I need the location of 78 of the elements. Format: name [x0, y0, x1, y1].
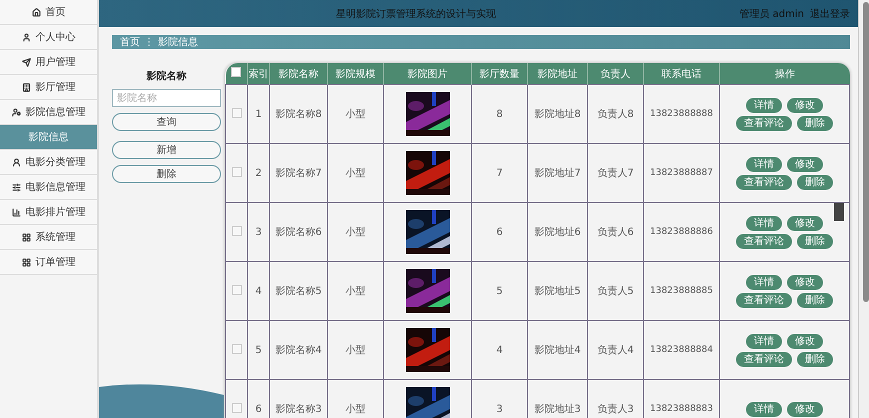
search-field[interactable]: 影院名称 [112, 89, 221, 107]
row-action-button[interactable]: 删除 [797, 352, 833, 366]
column-header: 负责人 [588, 63, 644, 84]
table-cell: 小型 [328, 144, 384, 202]
table-cell: 影院地址4 [528, 320, 588, 380]
row-action-button[interactable]: 查看评论 [736, 174, 792, 190]
column-header: 索引 [248, 63, 270, 84]
row-action-button[interactable]: 查看评论 [736, 234, 792, 248]
action-button[interactable]: 查询 [112, 113, 221, 131]
breadcrumb-separator: ⋮ [144, 36, 154, 48]
row-action-button[interactable]: 修改 [787, 98, 823, 112]
sidebar-subitem[interactable]: 影院信息 [0, 125, 97, 150]
row-action-button[interactable]: 查看评论 [736, 116, 792, 130]
table-cell: 影院地址8 [528, 84, 588, 144]
table-cell: 2 [248, 144, 270, 202]
table-cell: 负责人7 [588, 144, 644, 202]
user-label: 管理员 admin [739, 8, 804, 20]
action-button[interactable]: 删除 [112, 165, 221, 183]
row-action-button[interactable]: 修改 [787, 156, 823, 172]
row-action-button[interactable]: 详情 [746, 216, 782, 230]
row-action-button[interactable]: 删除 [797, 292, 833, 308]
table-cell: 4 [248, 262, 270, 320]
table-cell: 13823888884 [644, 320, 720, 380]
row-action-button[interactable]: 详情 [746, 98, 782, 112]
row-action-button[interactable]: 删除 [797, 234, 833, 248]
search-label: 影院名称 [146, 70, 188, 83]
table-cell: 3 [248, 202, 270, 262]
table-cell: 13823888888 [644, 84, 720, 144]
table-cell: 小型 [328, 320, 384, 380]
row-action-button[interactable]: 修改 [787, 402, 823, 416]
table-cell: 负责人6 [588, 202, 644, 262]
app-title: 星明影院订票管理系统的设计与实现 [335, 8, 498, 20]
breadcrumb-item[interactable]: 首页 [120, 35, 140, 49]
table-cell: 负责人4 [588, 320, 644, 380]
column-header: 影厅数量 [472, 63, 528, 84]
column-header: 影院规模 [328, 63, 384, 84]
breadcrumb-item[interactable]: 影院信息 [158, 35, 198, 49]
table-cell: 影院名称4 [270, 320, 328, 380]
table-cell: 13823888887 [644, 144, 720, 202]
table-cell: 影院名称8 [270, 84, 328, 144]
column-header: 影院地址 [528, 63, 588, 84]
row-action-button[interactable]: 详情 [746, 334, 782, 348]
table-cell: 7 [472, 144, 528, 202]
table-cell: 负责人5 [588, 262, 644, 320]
column-header: 影院名称 [270, 63, 328, 84]
table-cell: 负责人8 [588, 84, 644, 144]
row-action-button[interactable]: 修改 [787, 334, 823, 348]
table-cell: 5 [248, 320, 270, 380]
table-cell: 8 [472, 84, 528, 144]
table-cell: 小型 [328, 202, 384, 262]
row-action-button[interactable]: 查看评论 [736, 352, 792, 366]
table-cell: 5 [472, 262, 528, 320]
table-cell: 小型 [328, 84, 384, 144]
column-header: 操作 [720, 63, 850, 84]
table-cell: 小型 [328, 262, 384, 320]
table-cell: 13823888885 [644, 262, 720, 320]
table-cell: 影院名称7 [270, 144, 328, 202]
table-cell: 6 [472, 202, 528, 262]
row-action-button[interactable]: 删除 [797, 174, 833, 190]
row-action-button[interactable]: 查看评论 [736, 292, 792, 308]
row-action-button[interactable]: 详情 [746, 156, 782, 172]
table-cell: 13823888886 [644, 202, 720, 262]
table-cell: 4 [472, 320, 528, 380]
column-header: 影院图片 [384, 63, 472, 84]
table-cell: 影院名称5 [270, 262, 328, 320]
action-button[interactable]: 新增 [112, 141, 221, 159]
row-action-button[interactable]: 修改 [787, 274, 823, 290]
table-cell: 影院地址5 [528, 262, 588, 320]
row-action-button[interactable]: 详情 [746, 274, 782, 290]
table-cell: 影院地址7 [528, 144, 588, 202]
table-cell: 影院名称6 [270, 202, 328, 262]
row-action-button[interactable]: 修改 [787, 216, 823, 230]
table-cell: 1 [248, 84, 270, 144]
logout-link[interactable]: 退出登录 [810, 6, 850, 20]
row-action-button[interactable]: 删除 [797, 116, 833, 130]
row-action-button[interactable]: 详情 [746, 402, 782, 416]
column-header: 联系电话 [644, 63, 720, 84]
table-cell: 影院地址6 [528, 202, 588, 262]
